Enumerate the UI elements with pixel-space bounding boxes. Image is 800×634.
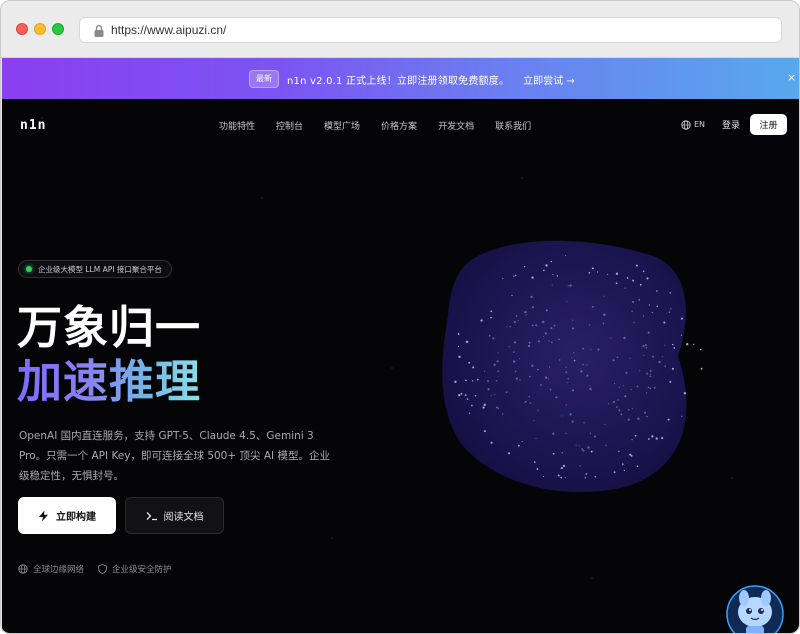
globe-icon <box>18 564 28 574</box>
hero-title-line-1: 万象归一 <box>17 301 202 354</box>
status-dot <box>26 266 32 272</box>
main-nav: 功能特性 控制台 模型广场 价格方案 开发文档 联系我们 <box>219 119 531 132</box>
nav-item-pricing[interactable]: 价格方案 <box>381 119 417 132</box>
nav-item-docs[interactable]: 开发文档 <box>438 119 474 132</box>
tagline-text: 企业级大模型 LLM API 接口聚合平台 <box>38 264 162 274</box>
language-switch[interactable]: EN <box>681 119 706 130</box>
banner-content: 最新 n1n v2.0.1 正式上线！立即注册领取免费额度。 立即尝试 → <box>249 70 575 88</box>
globe-icon <box>681 119 691 130</box>
feature-list: 全球边缘网络 企业级安全防护 <box>18 563 172 575</box>
build-now-label: 立即构建 <box>56 512 96 523</box>
feature-edge-network: 全球边缘网络 <box>18 563 84 575</box>
new-badge: 最新 <box>249 70 279 88</box>
nav-actions: EN 登录 注册 <box>681 114 788 135</box>
build-now-button[interactable]: 立即构建 <box>18 497 116 534</box>
signup-button[interactable]: 注册 <box>750 114 788 135</box>
announcement-banner: 最新 n1n v2.0.1 正式上线！立即注册领取免费额度。 立即尝试 → × <box>2 58 799 99</box>
shield-icon <box>98 564 107 574</box>
nav-item-console[interactable]: 控制台 <box>276 119 303 132</box>
particle-blob-graphic <box>442 240 703 493</box>
nav-item-features[interactable]: 功能特性 <box>219 119 255 132</box>
banner-try-link[interactable]: 立即尝试 → <box>523 72 575 87</box>
site-logo[interactable]: n1n <box>20 118 46 133</box>
mascot-avatar-icon[interactable] <box>722 578 788 634</box>
login-link[interactable]: 登录 <box>722 118 740 131</box>
lock-icon <box>94 25 104 37</box>
hero-description: OpenAI 国内直连服务，支持 GPT-5、Claude 4.5、Gemini… <box>19 430 330 482</box>
terminal-icon <box>146 511 157 520</box>
zoom-window-button[interactable] <box>52 23 64 35</box>
url-text: https://www.aipuzi.cn/ <box>111 23 227 37</box>
feature-security: 企业级安全防护 <box>98 563 172 575</box>
banner-message: n1n v2.0.1 正式上线！立即注册领取免费额度。 <box>287 75 510 87</box>
nav-item-contact[interactable]: 联系我们 <box>495 119 531 132</box>
address-bar[interactable]: https://www.aipuzi.cn/ <box>79 17 782 43</box>
close-window-button[interactable] <box>16 23 28 35</box>
bolt-icon <box>39 510 48 521</box>
close-icon[interactable]: × <box>787 71 796 84</box>
browser-window: https://www.aipuzi.cn/ 最新 n1n v2.0.1 正式上… <box>0 0 800 634</box>
feature-label: 全球边缘网络 <box>33 565 85 575</box>
feature-label: 企业级安全防护 <box>112 565 172 575</box>
read-docs-button[interactable]: 阅读文档 <box>125 497 224 534</box>
tagline-pill: 企业级大模型 LLM API 接口聚合平台 <box>18 260 172 278</box>
browser-titlebar: https://www.aipuzi.cn/ <box>1 1 799 58</box>
web-page: 最新 n1n v2.0.1 正式上线！立即注册领取免费额度。 立即尝试 → × … <box>2 58 799 634</box>
read-docs-label: 阅读文档 <box>163 512 204 523</box>
nav-item-models[interactable]: 模型广场 <box>324 119 360 132</box>
hero-title-line-2: 加速推理 <box>17 355 202 408</box>
minimize-window-button[interactable] <box>34 23 46 35</box>
language-label: EN <box>694 120 706 129</box>
